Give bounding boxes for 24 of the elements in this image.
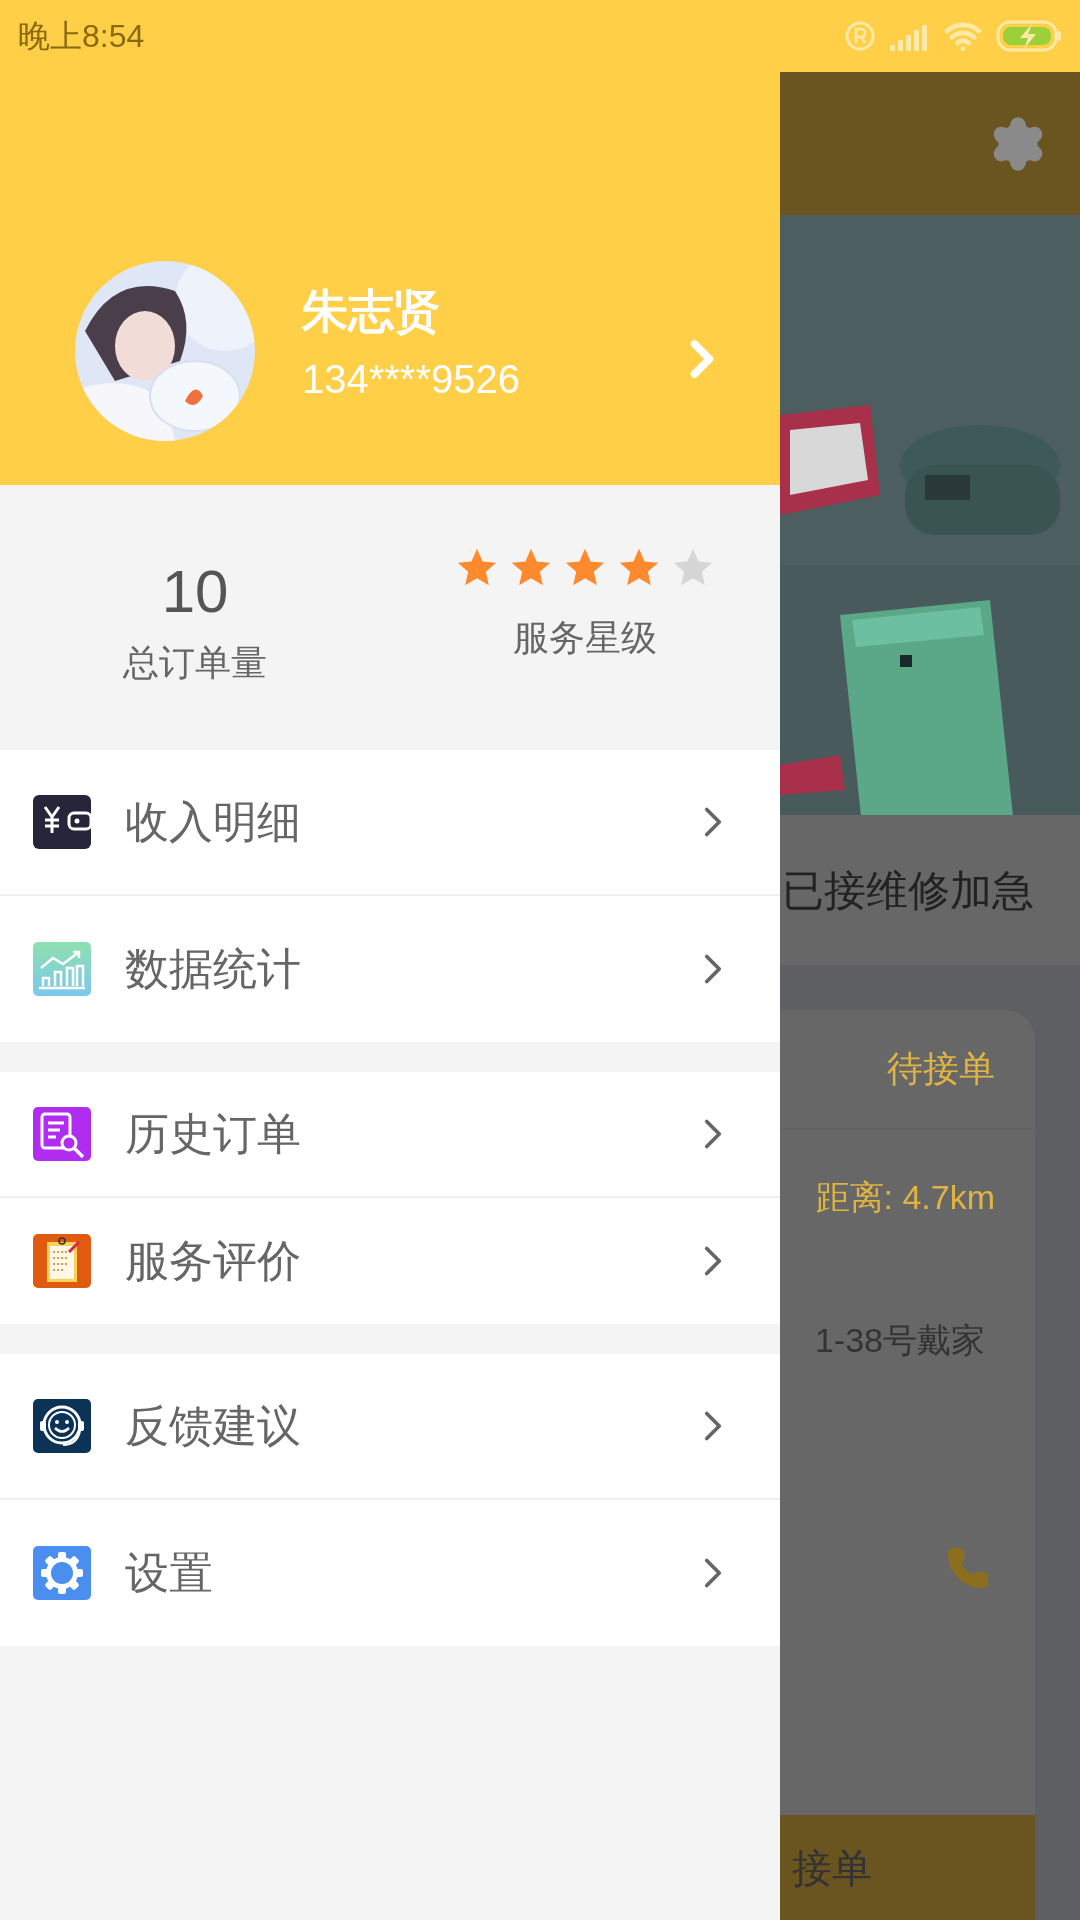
headset-smiley-icon [33, 1397, 91, 1455]
menu-label: 服务评价 [125, 1235, 301, 1287]
status-time: 晚上8:54 [18, 17, 145, 56]
battery-charging-icon [996, 19, 1062, 53]
clipboard-icon [33, 1232, 91, 1290]
order-status: 待接单 [887, 1047, 995, 1091]
order-count-label: 总订单量 [123, 641, 267, 685]
registered-icon [844, 20, 876, 52]
menu-label: 设置 [125, 1547, 213, 1599]
phone-number: 134****9526 [302, 356, 520, 403]
bar-chart-icon [33, 940, 91, 998]
menu-label: 收入明细 [125, 796, 301, 848]
order-count: 10 [161, 560, 229, 624]
settings-icon [33, 1544, 91, 1602]
distance-text: 距离: 4.7km [815, 1177, 995, 1218]
wallet-icon [33, 793, 91, 851]
menu-label: 数据统计 [125, 943, 301, 995]
notice-text: 已接维修加急 [782, 865, 1034, 916]
document-search-icon [33, 1105, 91, 1163]
menu-label: 历史订单 [125, 1108, 301, 1160]
menu-label: 反馈建议 [125, 1400, 301, 1452]
phone-icon[interactable] [946, 1546, 990, 1590]
rating-label: 服务星级 [513, 616, 657, 660]
user-name: 朱志贤 [302, 284, 441, 339]
